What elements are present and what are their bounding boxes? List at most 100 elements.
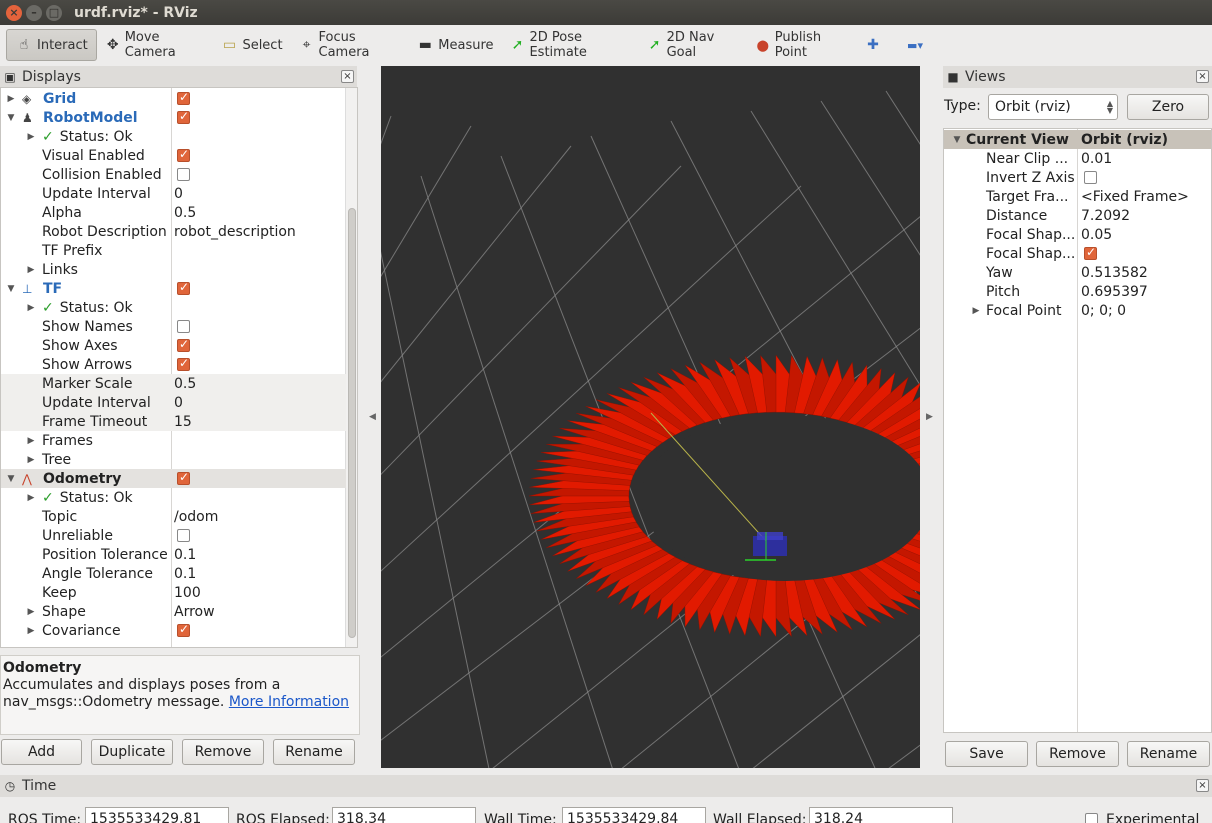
property-row-frames[interactable]: ▶ Frames [1, 431, 346, 450]
checkbox[interactable] [177, 280, 190, 295]
left-splitter-arrow[interactable]: ◀ [369, 412, 376, 422]
display-odometry[interactable]: ▼ ⋀ Odometry [1, 469, 346, 488]
property-row-show-axes[interactable]: Show Axes [1, 336, 346, 355]
current-view-header-row[interactable]: ▼ Current View Orbit (rviz) [944, 130, 1211, 149]
minimize-window-button[interactable]: – [26, 4, 42, 21]
ros-time-field[interactable]: 1535533429.81 [85, 807, 229, 823]
display-robotmodel[interactable]: ▼ ♟ RobotModel [1, 108, 346, 127]
more-information-link[interactable]: More Information [229, 694, 349, 710]
property-row-status-ok[interactable]: ▶ ✓ Status: Ok [1, 488, 346, 507]
view-property-value[interactable]: 0.01 [1081, 151, 1112, 167]
tool-2d-nav-goal[interactable]: ➚ 2D Nav Goal [639, 29, 747, 61]
display-tf[interactable]: ▼ ⊥ TF [1, 279, 346, 298]
add-tool-button[interactable]: ✚ [856, 29, 894, 61]
view-property-value[interactable]: 7.2092 [1081, 208, 1130, 224]
expand-arrow-icon[interactable]: ▶ [25, 493, 37, 503]
displays-scrollbar-thumb[interactable] [348, 208, 356, 638]
property-row-unreliable[interactable]: Unreliable [1, 526, 346, 545]
close-window-button[interactable]: × [6, 4, 22, 21]
checkbox[interactable] [177, 168, 190, 181]
property-row-robot-description[interactable]: Robot Description robot_description [1, 222, 346, 241]
property-row-alpha[interactable]: Alpha 0.5 [1, 203, 346, 222]
tool-focus-camera[interactable]: ⌖ Focus Camera [291, 29, 409, 61]
property-row-angle-tolerance[interactable]: Angle Tolerance 0.1 [1, 564, 346, 583]
view-property-target-fra[interactable]: Target Fra... <Fixed Frame> [944, 187, 1211, 206]
property-value[interactable]: 0.5 [174, 205, 196, 221]
checkbox[interactable] [177, 90, 190, 105]
property-value[interactable]: robot_description [174, 224, 296, 240]
remove-tool-menu[interactable]: ▬▾ [894, 29, 940, 61]
checkbox[interactable] [177, 337, 190, 352]
property-row-covariance[interactable]: ▶ Covariance [1, 621, 346, 640]
expand-arrow-icon[interactable]: ▶ [25, 607, 37, 617]
property-row-position-tolerance[interactable]: Position Tolerance 0.1 [1, 545, 346, 564]
view-property-yaw[interactable]: Yaw 0.513582 [944, 263, 1211, 282]
remove-display-button[interactable]: Remove [182, 739, 264, 765]
view-property-value[interactable]: 0.05 [1081, 227, 1112, 243]
property-value[interactable]: 0 [174, 186, 183, 202]
view-property-value[interactable]: 0.513582 [1081, 265, 1148, 281]
expand-arrow-icon[interactable]: ▶ [25, 455, 37, 465]
rename-display-button[interactable]: Rename [273, 739, 355, 765]
tool-publish-point[interactable]: ⬤ Publish Point [747, 29, 856, 61]
displays-scrollbar[interactable] [345, 88, 357, 647]
property-row-show-names[interactable]: Show Names [1, 317, 346, 336]
checkbox[interactable] [1084, 245, 1097, 260]
view-property-value[interactable]: <Fixed Frame> [1081, 189, 1189, 205]
wall-elapsed-field[interactable]: 318.24 [809, 807, 953, 823]
maximize-window-button[interactable]: □ [46, 4, 62, 21]
property-row-update-interval[interactable]: Update Interval 0 [1, 184, 346, 203]
property-row-status-ok[interactable]: ▶ ✓ Status: Ok [1, 298, 346, 317]
view-property-distance[interactable]: Distance 7.2092 [944, 206, 1211, 225]
wall-time-field[interactable]: 1535533429.84 [562, 807, 706, 823]
property-row-marker-scale[interactable]: Marker Scale 0.5 [1, 374, 346, 393]
views-close-button[interactable]: × [1196, 70, 1209, 83]
displays-tree[interactable]: ▶ ◈ Grid ▼ ♟ RobotModel ▶ ✓ Status: Ok Visual Ena… [0, 87, 358, 648]
display-grid[interactable]: ▶ ◈ Grid [1, 89, 346, 108]
expand-arrow-icon[interactable]: ▶ [25, 303, 37, 313]
property-value[interactable]: Arrow [174, 604, 215, 620]
expand-arrow-icon[interactable]: ▶ [5, 94, 17, 104]
property-value[interactable]: 0.5 [174, 376, 196, 392]
view-property-value[interactable]: 0; 0; 0 [1081, 303, 1126, 319]
collapse-arrow-icon[interactable]: ▼ [5, 284, 17, 294]
tool-select[interactable]: ▭ Select [212, 29, 290, 61]
tool-interact[interactable]: ☝ Interact [6, 29, 97, 61]
tool-move-camera[interactable]: ✥ Move Camera [97, 29, 213, 61]
property-value[interactable]: 15 [174, 414, 192, 430]
property-row-topic[interactable]: Topic/odom [1, 507, 346, 526]
collapse-arrow-icon[interactable]: ▼ [5, 474, 17, 484]
property-row-update-interval[interactable]: Update Interval 0 [1, 393, 346, 412]
property-row-tree[interactable]: ▶ Tree [1, 450, 346, 469]
displays-close-button[interactable]: × [341, 70, 354, 83]
zero-view-button[interactable]: Zero [1127, 94, 1209, 120]
view-property-invert-z-axis[interactable]: Invert Z Axis [944, 168, 1211, 187]
view-property-focal-shap[interactable]: Focal Shap... 0.05 [944, 225, 1211, 244]
view-property-value[interactable]: 0.695397 [1081, 284, 1148, 300]
checkbox[interactable] [1084, 171, 1097, 184]
checkbox[interactable] [177, 109, 190, 124]
checkbox[interactable] [177, 147, 190, 162]
property-row-links[interactable]: ▶ Links [1, 260, 346, 279]
rename-view-button[interactable]: Rename [1127, 741, 1210, 767]
save-view-button[interactable]: Save [945, 741, 1028, 767]
tool-2d-pose-estimate[interactable]: ➚ 2D Pose Estimate [502, 29, 639, 61]
view-type-select[interactable]: Orbit (rviz) ▲ ▼ [988, 94, 1118, 120]
view-property-focal-shap[interactable]: Focal Shap... [944, 244, 1211, 263]
add-display-button[interactable]: Add [1, 739, 82, 765]
property-row-visual-enabled[interactable]: Visual Enabled [1, 146, 346, 165]
property-value[interactable]: 0.1 [174, 547, 196, 563]
checkbox[interactable] [177, 356, 190, 371]
property-row-collision-enabled[interactable]: Collision Enabled [1, 165, 346, 184]
view-property-focal-point[interactable]: ▶ Focal Point 0; 0; 0 [944, 301, 1211, 320]
expand-arrow-icon[interactable]: ▶ [25, 265, 37, 275]
experimental-checkbox[interactable] [1085, 813, 1098, 823]
expand-arrow-icon[interactable]: ▶ [25, 132, 37, 142]
view-property-pitch[interactable]: Pitch 0.695397 [944, 282, 1211, 301]
property-row-status-ok[interactable]: ▶ ✓ Status: Ok [1, 127, 346, 146]
ros-elapsed-field[interactable]: 318.34 [332, 807, 476, 823]
collapse-arrow-icon[interactable]: ▼ [5, 113, 17, 123]
property-value[interactable]: 0 [174, 395, 183, 411]
tool-measure[interactable]: ▬ Measure [408, 29, 501, 61]
duplicate-display-button[interactable]: Duplicate [91, 739, 173, 765]
